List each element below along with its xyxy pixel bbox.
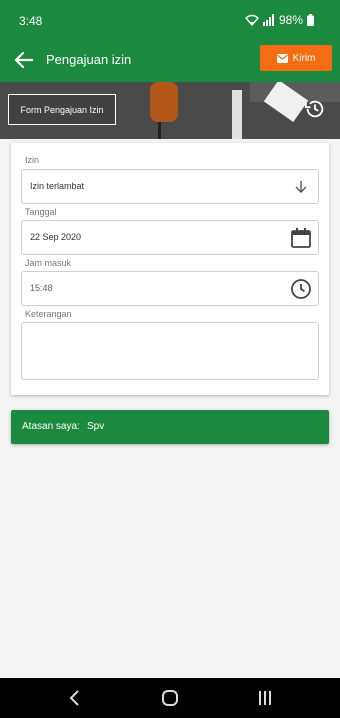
nav-recents-icon[interactable] bbox=[254, 687, 276, 709]
nav-back-icon[interactable] bbox=[64, 687, 86, 709]
calendar-icon[interactable] bbox=[290, 227, 312, 249]
clock-icon[interactable] bbox=[290, 278, 312, 300]
status-bar: 3:48 98% bbox=[0, 0, 340, 40]
izin-label: Izin bbox=[25, 155, 40, 165]
banner-chair-seat bbox=[150, 82, 178, 122]
app-bar: Pengajuan izin Kirim bbox=[0, 40, 340, 82]
wifi-icon bbox=[244, 14, 259, 26]
keterangan-label: Keterangan bbox=[25, 309, 72, 319]
supervisor-bar: Atasan saya: Spv bbox=[11, 410, 329, 444]
banner-lamp-pole bbox=[232, 90, 242, 139]
nav-home-icon[interactable] bbox=[159, 687, 181, 709]
arrow-down-icon bbox=[295, 181, 307, 193]
battery-level: 98% bbox=[278, 13, 303, 27]
jam-masuk-value: 15:48 bbox=[30, 283, 53, 293]
form-card: Izin Izin terlambat Tanggal 22 Sep 2020 … bbox=[11, 143, 329, 395]
jam-masuk-field[interactable]: 15:48 bbox=[21, 271, 319, 306]
keterangan-textarea[interactable] bbox=[21, 322, 319, 380]
header-banner: Form Pengajuan Izin bbox=[0, 82, 340, 139]
page-title: Pengajuan izin bbox=[46, 52, 132, 67]
send-button-label: Kirim bbox=[292, 52, 316, 64]
status-icons: 98% bbox=[244, 13, 314, 27]
back-arrow-icon[interactable] bbox=[12, 48, 36, 72]
supervisor-label: Atasan saya: bbox=[22, 421, 80, 432]
izin-select[interactable]: Izin terlambat bbox=[21, 169, 319, 204]
tanggal-value: 22 Sep 2020 bbox=[30, 232, 82, 242]
mail-icon bbox=[276, 53, 288, 63]
send-button[interactable]: Kirim bbox=[260, 45, 332, 71]
jam-masuk-label: Jam masuk bbox=[25, 258, 72, 268]
tanggal-field[interactable]: 22 Sep 2020 bbox=[21, 220, 319, 255]
tanggal-label: Tanggal bbox=[25, 207, 57, 217]
izin-value: Izin terlambat bbox=[30, 181, 85, 191]
status-time: 3:48 bbox=[19, 14, 43, 28]
history-icon[interactable] bbox=[304, 98, 326, 120]
battery-icon bbox=[307, 14, 314, 26]
supervisor-value: Spv bbox=[87, 421, 105, 432]
banner-chair-leg bbox=[158, 122, 161, 139]
system-nav-bar bbox=[0, 678, 340, 718]
form-title-label: Form Pengajuan Izin bbox=[8, 94, 116, 125]
signal-icon bbox=[262, 14, 274, 26]
